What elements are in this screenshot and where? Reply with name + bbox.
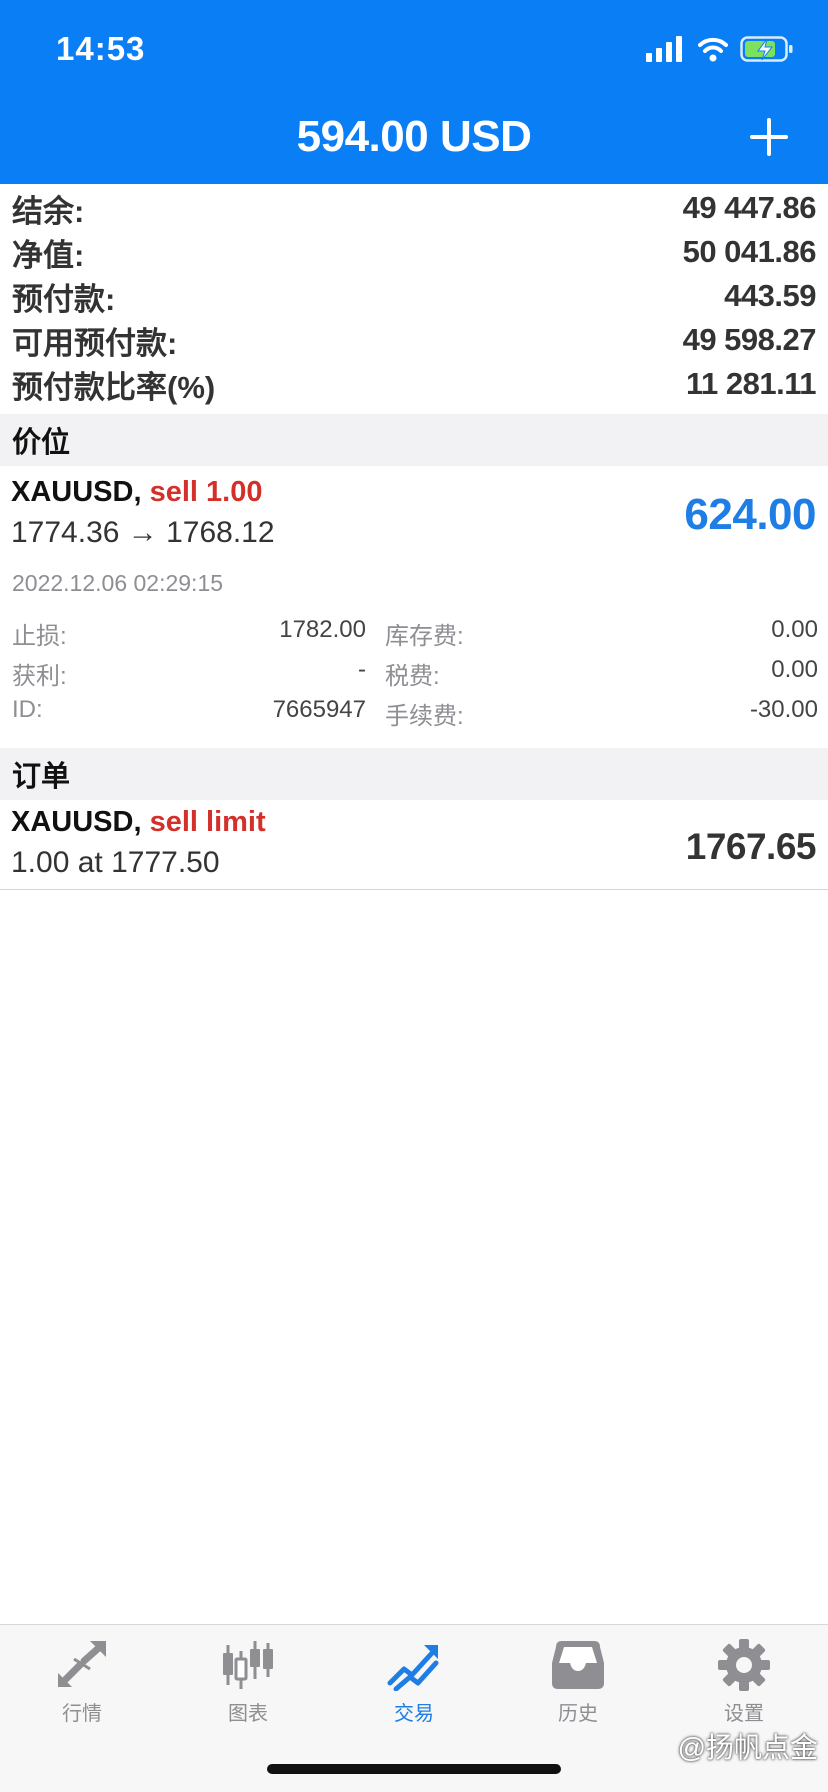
quotes-arrows-icon [58,1641,106,1687]
margin-level-label: 预付款比率(%) [12,369,216,405]
stop-loss-value: 1782.00 [279,616,366,643]
take-profit-label: 获利: [12,663,67,690]
tab-trade[interactable]: 交易 [354,1639,474,1749]
tab-quotes-label: 行情 [62,1703,102,1725]
position-symbol-name: XAUUSD, [11,476,142,508]
tab-chart[interactable]: 图表 [188,1639,308,1749]
position-prices: 1774.36 → 1768.12 [11,516,275,549]
wifi-icon [698,37,728,62]
swap-value: 0.00 [771,616,818,643]
tab-chart-label: 图表 [228,1703,268,1725]
tax-value: 0.00 [771,656,818,683]
candlestick-chart-icon [223,1641,273,1689]
order-item[interactable]: XAUUSD, sell limit 1.00 at 1777.50 1767.… [0,800,828,890]
equity-label: 净值: [12,237,85,273]
free-margin-value: 49 598.27 [682,322,817,357]
gear-icon [718,1639,770,1691]
position-item[interactable]: XAUUSD, sell 1.00 1774.36 → 1768.12 624.… [0,466,828,748]
summary-row-balance: 结余: 49 447.86 [0,186,828,230]
watermark: @扬帆点金 [677,1732,818,1763]
order-symbol: XAUUSD, sell limit [11,806,266,839]
detail-row: ID: 7665947 手续费: -30.00 [12,690,818,730]
orders-section-header: 订单 [0,748,828,800]
position-open-time: 2022.12.06 02:29:15 [12,570,224,596]
order-current-price: 1767.65 [685,826,817,867]
margin-label: 预付款: [12,281,116,317]
swap-label: 库存费: [385,623,464,650]
order-type: sell limit [149,806,266,838]
cellular-signal-icon [646,36,682,62]
position-details: 止损: 1782.00 库存费: 0.00 获利: - 税费: 0.00 ID:… [12,610,818,730]
balance-label: 结余: [12,193,85,229]
position-symbol: XAUUSD, sell 1.00 [11,476,262,509]
tab-history-label: 历史 [558,1703,598,1725]
id-value: 7665947 [272,696,366,723]
tab-quotes[interactable]: 行情 [22,1639,142,1749]
order-description: 1.00 at 1777.50 [11,846,220,879]
detail-row: 获利: - 税费: 0.00 [12,650,818,690]
account-profit-title: 594.00 USD [296,112,532,161]
history-inbox-icon [552,1641,604,1689]
free-margin-label: 可用预付款: [12,325,178,361]
tab-trade-label: 交易 [394,1703,434,1725]
trade-trend-icon [387,1645,439,1691]
order-symbol-name: XAUUSD, [11,806,142,838]
position-profit: 624.00 [684,490,816,539]
account-summary: 结余: 49 447.86 净值: 50 041.86 预付款: 443.59 … [0,186,828,406]
battery-charging-icon [740,36,793,62]
summary-row-margin-level: 预付款比率(%) 11 281.11 [0,362,828,406]
summary-row-margin: 预付款: 443.59 [0,274,828,318]
tab-settings-label: 设置 [724,1703,764,1725]
app-header: 14:53 594.00 USD [0,0,828,184]
summary-row-free-margin: 可用预付款: 49 598.27 [0,318,828,362]
stop-loss-label: 止损: [12,623,67,650]
equity-value: 50 041.86 [682,234,817,269]
summary-row-equity: 净值: 50 041.86 [0,230,828,274]
detail-row: 止损: 1782.00 库存费: 0.00 [12,610,818,650]
commission-value: -30.00 [749,696,818,723]
status-icons [646,34,794,64]
take-profit-value: - [358,656,366,683]
status-time: 14:53 [56,30,146,67]
new-order-plus-button[interactable] [750,118,788,156]
margin-level-value: 11 281.11 [686,366,817,401]
positions-section-header: 价位 [0,414,828,466]
balance-value: 49 447.86 [682,190,817,225]
home-indicator[interactable] [267,1764,561,1774]
position-side: sell 1.00 [149,476,263,508]
tax-label: 税费: [385,663,440,690]
tab-history[interactable]: 历史 [518,1639,638,1749]
id-label: ID: [12,696,43,723]
commission-label: 手续费: [385,703,464,730]
margin-value: 443.59 [724,278,816,313]
